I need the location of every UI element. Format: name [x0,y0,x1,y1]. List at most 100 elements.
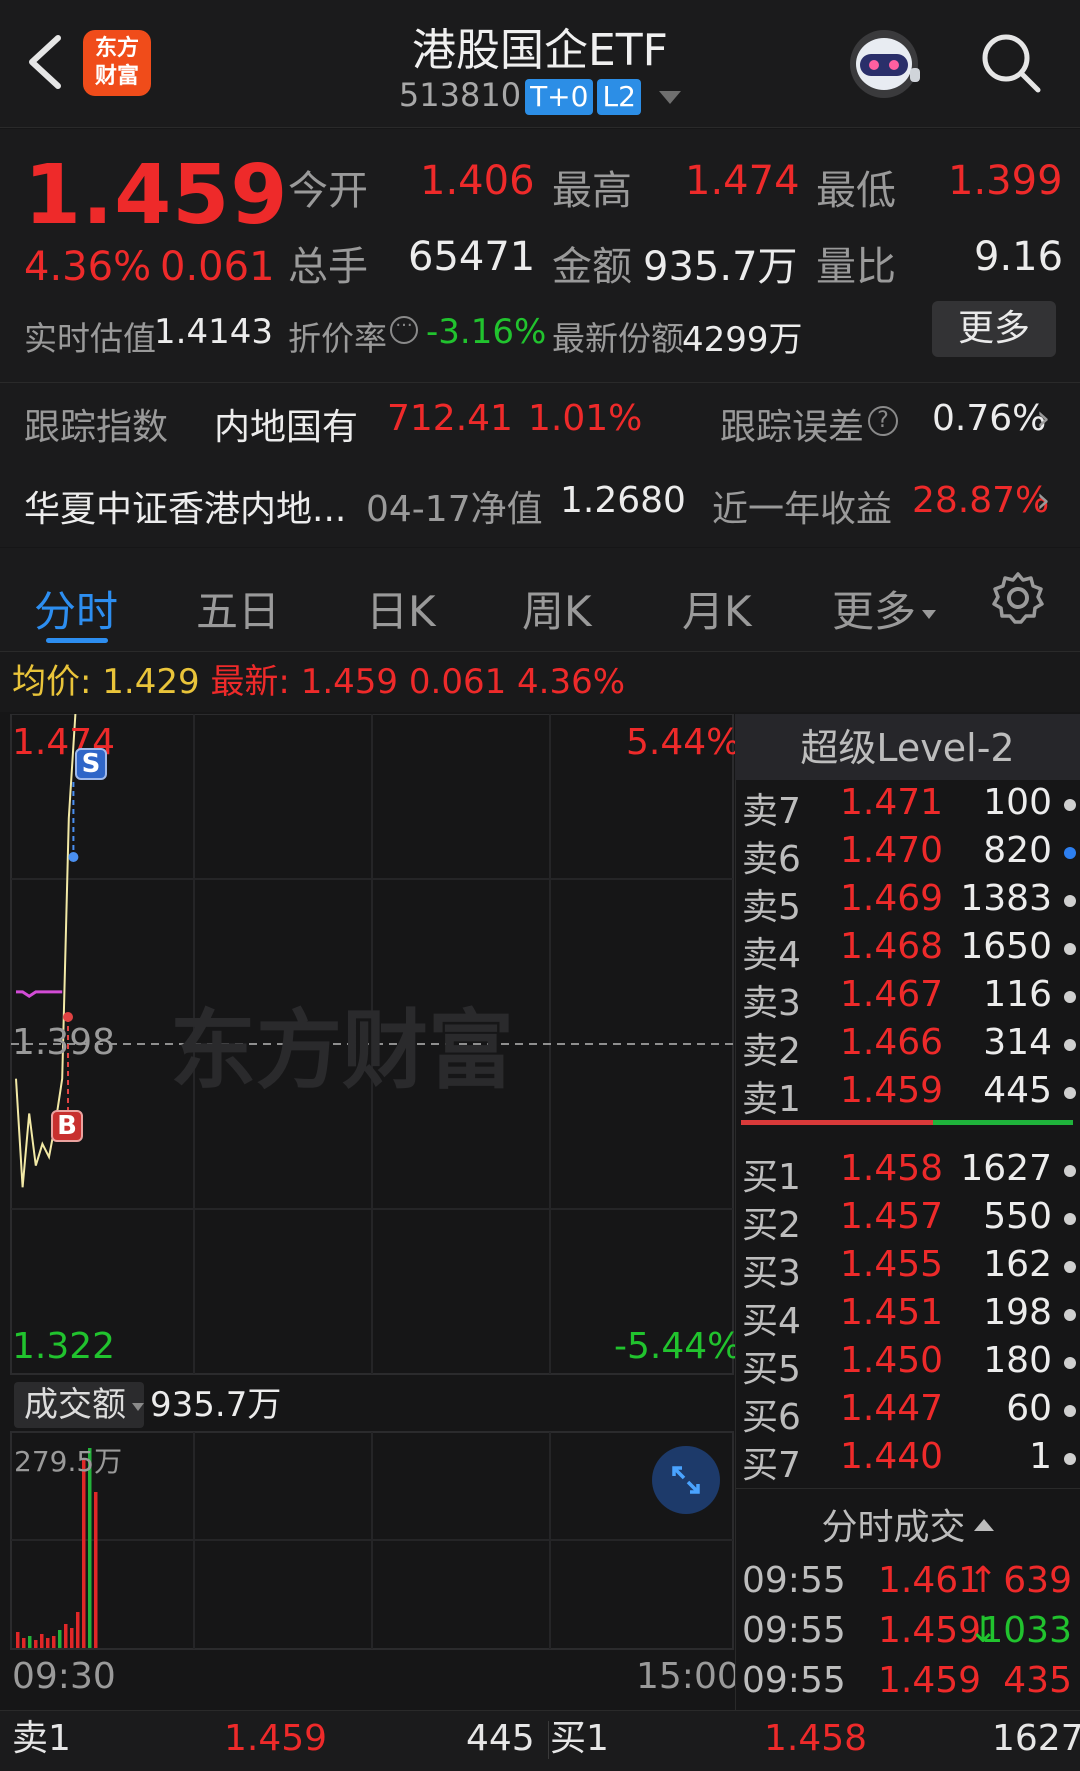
ask-row[interactable]: 卖2 1.466 314 [742,1022,1078,1072]
tab-monthly-k[interactable]: 月K [682,578,752,639]
bid-row[interactable]: 买5 1.450 180 [742,1340,1078,1390]
avg-value: 1.429 [102,662,200,702]
bid-row[interactable]: 买2 1.457 550 [742,1196,1078,1246]
trade-row: 09:55 1.459 ↓ 1033 [742,1610,1078,1660]
order-level-label: 卖4 [742,935,801,976]
back-chevron-icon[interactable] [22,30,72,94]
change-pct: 4.36% [24,244,152,290]
queue-dot-icon[interactable] [1064,1165,1076,1177]
queue-dot-icon[interactable] [1064,1309,1076,1321]
shares-value: 4299万 [682,320,803,360]
amount-value: 935.7万 [643,244,798,290]
average-line [16,990,63,998]
intraday-chart-svg: 东方财富 [10,713,734,1650]
bid-row[interactable]: 买3 1.455 162 [742,1244,1078,1294]
order-price: 1.467 [840,974,944,1015]
tab-weekly-k[interactable]: 周K [522,578,592,639]
latest-pct: 4.36% [517,662,626,702]
bid-row[interactable]: 买1 1.458 1627 [742,1148,1078,1198]
buy-marker[interactable]: B [51,1110,83,1142]
order-level-label: 卖1 [742,1079,801,1120]
order-level-label: 买3 [742,1253,801,1294]
ask-row[interactable]: 卖4 1.468 1650 [742,926,1078,976]
amount-label: 金额 [552,244,632,290]
open-value: 1.406 [420,158,535,204]
dropdown-triangle-icon [132,1402,144,1411]
volume-type-selector[interactable]: 成交额 [14,1382,144,1428]
fullscreen-expand-icon[interactable] [652,1446,720,1514]
order-price: 1.469 [840,878,944,919]
help-icon[interactable]: ? [868,406,898,436]
intraday-chart[interactable]: 东方财富 [0,713,734,1710]
tab-more[interactable]: 更多 [832,578,937,639]
queue-dot-icon[interactable] [1064,799,1076,811]
buy-point [63,1012,73,1022]
tab-daily-k[interactable]: 日K [366,578,436,639]
queue-dot-icon[interactable] [1064,991,1076,1003]
bottom-sell-label: 卖1 [12,1718,71,1759]
ask-row[interactable]: 卖7 1.471 100 [742,782,1078,832]
bid-row[interactable]: 买6 1.447 60 [742,1388,1078,1438]
volume-bar [46,1638,50,1648]
nav-label: 04-17净值 [366,489,543,530]
sell-marker[interactable]: S [75,748,107,780]
trade-price: 1.459 [878,1660,982,1701]
dropdown-triangle-icon[interactable] [659,90,682,104]
order-volume: 820 [983,830,1052,871]
bottom-quote-bar[interactable]: 卖1 1.459 445 买1 1.458 1627 [0,1710,1080,1771]
queue-dot-icon[interactable] [1064,943,1076,955]
bottom-sell-vol: 445 [466,1718,535,1759]
y-axis-bottom-label: 1.322 [12,1326,116,1367]
volume-max-label: 279.5万 [14,1445,123,1478]
queue-dot-icon[interactable] [1064,847,1076,859]
ask-row[interactable]: 卖3 1.467 116 [742,974,1078,1024]
robot-avatar-icon[interactable] [844,26,924,102]
order-price: 1.470 [840,830,944,871]
iopv-label: 实时估值 [24,319,156,358]
tracking-index-name: 内地国有 [214,407,359,448]
queue-dot-icon[interactable] [1064,895,1076,907]
ask-row[interactable]: 卖5 1.469 1383 [742,878,1078,928]
tab-intraday[interactable]: 分时 [34,578,118,639]
code-row[interactable]: 513810 T+0 L2 [360,76,720,116]
trade-time: 09:55 [742,1660,846,1701]
queue-dot-icon[interactable] [1064,1453,1076,1465]
pct-top-label: 5.44% [626,722,741,763]
order-level-label: 买4 [742,1301,801,1342]
ask-row[interactable]: 卖1 1.459 445 [742,1070,1078,1120]
iopv-value: 1.4143 [154,312,273,352]
avg-label: 均价: [12,662,92,702]
queue-dot-icon[interactable] [1064,1357,1076,1369]
search-icon[interactable] [978,30,1044,96]
bid-row[interactable]: 买4 1.451 198 [742,1292,1078,1342]
divider [0,382,1080,383]
queue-dot-icon[interactable] [1064,1039,1076,1051]
bid-row[interactable]: 买7 1.440 1 [742,1436,1078,1486]
order-volume: 1 [1029,1436,1052,1477]
volume-total: 935.7万 [150,1385,282,1425]
order-price: 1.466 [840,1022,944,1063]
fund-info-row[interactable]: 华夏中证香港内地... 04-17净值 1.2680 近一年收益 28.87% … [24,480,1080,538]
more-button[interactable]: 更多 [932,301,1056,357]
ask-row[interactable]: 卖6 1.470 820 [742,830,1078,880]
queue-dot-icon[interactable] [1064,1405,1076,1417]
tracking-index-value: 712.41 [387,398,513,439]
queue-dot-icon[interactable] [1064,1261,1076,1273]
t0-badge: T+0 [525,79,594,115]
order-level-label: 卖5 [742,887,801,928]
dropdown-triangle-icon [922,610,937,619]
more-info-icon[interactable]: ··· [390,316,418,344]
tracking-error-value: 0.76% [932,398,1047,439]
gear-icon[interactable] [990,570,1046,626]
queue-dot-icon[interactable] [1064,1087,1076,1099]
prev-close-label: 1.398 [12,1022,116,1063]
tracking-index-row[interactable]: 跟踪指数 内地国有 712.41 1.01% 跟踪误差 ? 0.76% › [24,398,1080,456]
tab-five-day[interactable]: 五日 [196,578,280,639]
fund-name: 华夏中证香港内地... [24,489,347,530]
level2-title[interactable]: 超级Level-2 [735,714,1080,780]
trades-header[interactable]: 分时成交 [735,1492,1080,1564]
order-level-label: 卖6 [742,839,801,880]
order-volume: 198 [983,1292,1052,1333]
queue-dot-icon[interactable] [1064,1213,1076,1225]
app-logo[interactable]: 东方 财富 [83,30,151,96]
